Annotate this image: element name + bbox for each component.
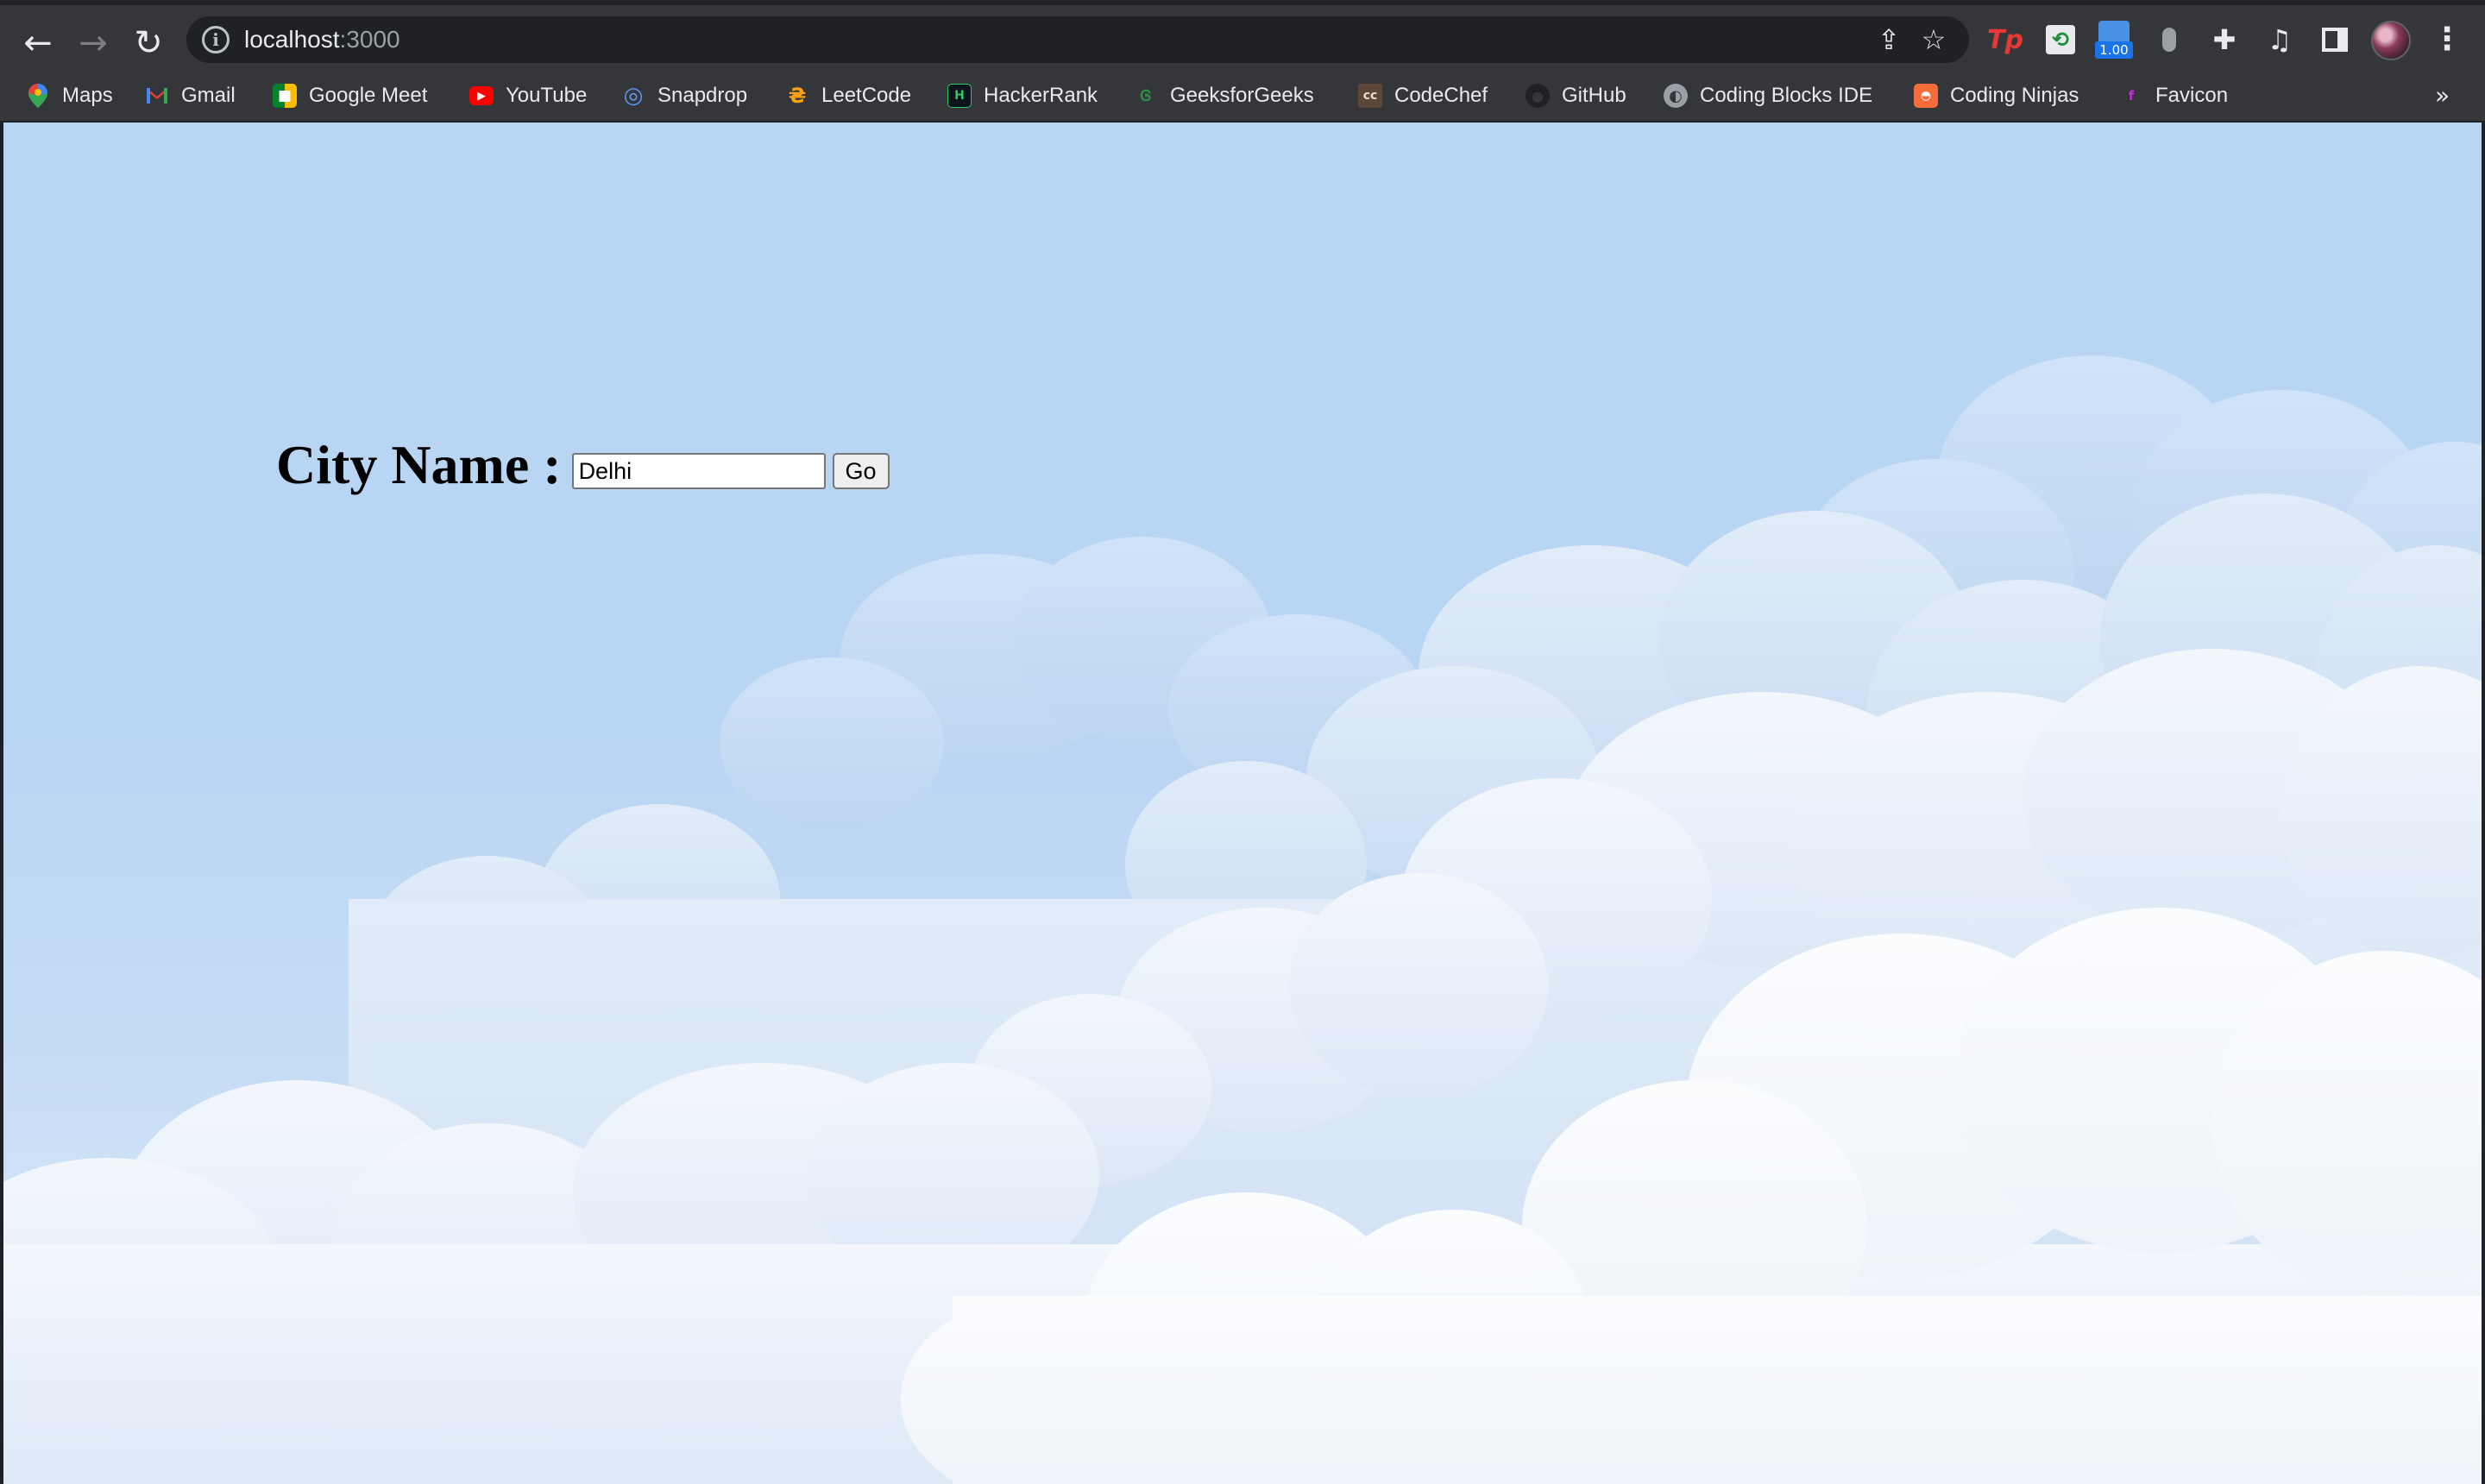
bookmark-label: HackerRank xyxy=(984,84,1098,107)
mouse-extension-icon[interactable] xyxy=(2150,21,2188,59)
hackerrank-icon: H xyxy=(947,84,972,108)
bookmark-github[interactable]: ● GitHub xyxy=(1526,78,1626,114)
favicon-icon: f xyxy=(2128,88,2135,104)
forward-arrow-icon[interactable]: → xyxy=(67,17,119,69)
more-menu-icon[interactable]: ⋮ xyxy=(2432,19,2463,60)
bookmark-label: GeeksforGeeks xyxy=(1170,84,1314,107)
gmail-icon xyxy=(145,84,169,108)
badge-extension-icon[interactable]: 1.00 xyxy=(2095,21,2133,59)
bookmarks-bar: Maps Gmail ■ Google Meet ▶ YouTube ◎ Sna… xyxy=(0,69,2485,123)
bookmark-youtube[interactable]: ▶ YouTube xyxy=(469,78,587,114)
geeksforgeeks-icon: Ꮆ xyxy=(1140,86,1152,105)
bookmark-label: Favicon xyxy=(2155,84,2229,107)
bookmark-label: Coding Ninjas xyxy=(1950,84,2079,107)
city-form: City Name : Go xyxy=(276,433,890,497)
bookmark-label: YouTube xyxy=(506,84,588,107)
page-viewport: City Name : Go xyxy=(3,123,2482,1484)
address-bar[interactable]: i localhost:3000 ⇪ ☆ xyxy=(186,16,1969,63)
reload-icon[interactable]: ↻ xyxy=(123,17,174,69)
coding-blocks-icon: ◐ xyxy=(1664,84,1688,108)
snapdrop-icon: ◎ xyxy=(623,83,644,109)
bookmark-hackerrank[interactable]: H HackerRank xyxy=(947,78,1098,114)
site-info-icon[interactable]: i xyxy=(202,26,230,53)
youtube-icon: ▶ xyxy=(469,86,494,105)
address-url[interactable]: localhost:3000 xyxy=(244,26,400,53)
bookmark-label: Maps xyxy=(62,84,113,107)
codechef-icon: cc xyxy=(1358,84,1382,108)
bookmark-geeksforgeeks[interactable]: Ꮆ GeeksforGeeks xyxy=(1134,78,1314,114)
bookmark-maps[interactable]: Maps xyxy=(26,78,113,114)
bookmark-coding-blocks-ide[interactable]: ◐ Coding Blocks IDE xyxy=(1664,78,1872,114)
bookmark-label: Snapdrop xyxy=(657,84,748,107)
city-name-input[interactable] xyxy=(571,453,826,489)
maps-icon xyxy=(26,84,50,108)
bookmark-label: CodeChef xyxy=(1394,84,1488,107)
leetcode-icon: ₴ xyxy=(788,84,807,108)
bookmark-star-icon[interactable]: ☆ xyxy=(1919,25,1948,54)
bookmark-label: Google Meet xyxy=(309,84,428,107)
url-host: localhost xyxy=(244,26,340,53)
share-icon[interactable]: ⇪ xyxy=(1874,25,1903,54)
go-button[interactable]: Go xyxy=(832,453,890,489)
bookmark-gmail[interactable]: Gmail xyxy=(145,78,236,114)
bookmark-snapdrop[interactable]: ◎ Snapdrop xyxy=(621,78,747,114)
tp-extension-icon[interactable]: Tp xyxy=(1986,21,2024,59)
bookmark-codechef[interactable]: cc CodeChef xyxy=(1358,78,1488,114)
back-arrow-icon[interactable]: ← xyxy=(12,17,64,69)
bookmark-coding-ninjas[interactable]: ◓ Coding Ninjas xyxy=(1914,78,2079,114)
coding-ninjas-icon: ◓ xyxy=(1914,84,1938,108)
bookmark-google-meet[interactable]: ■ Google Meet xyxy=(273,78,427,114)
side-panel-icon[interactable] xyxy=(2316,21,2354,59)
url-port: :3000 xyxy=(339,26,400,53)
google-meet-icon: ■ xyxy=(273,84,297,108)
city-name-label: City Name : xyxy=(276,434,562,495)
github-icon: ● xyxy=(1526,84,1550,108)
green-extension-icon[interactable]: ⟲ xyxy=(2041,21,2079,59)
bookmark-label: Gmail xyxy=(181,84,236,107)
clouds-background xyxy=(3,355,2482,1484)
bookmark-label: Coding Blocks IDE xyxy=(1700,84,1873,107)
extension-badge: 1.00 xyxy=(2095,41,2133,59)
bookmark-favicon[interactable]: f Favicon xyxy=(2119,78,2228,114)
profile-avatar[interactable] xyxy=(2371,21,2411,60)
browser-toolbar: ← → ↻ i localhost:3000 ⇪ ☆ Tp ⟲ 1.00 ✚ ♫… xyxy=(0,0,2485,69)
bookmark-label: LeetCode xyxy=(821,84,912,107)
puzzle-extensions-icon[interactable]: ✚ xyxy=(2205,21,2243,59)
bookmark-label: GitHub xyxy=(1562,84,1626,107)
more-bookmarks-icon[interactable]: » xyxy=(2435,81,2450,110)
media-control-icon[interactable]: ♫ xyxy=(2261,21,2299,59)
bookmark-leetcode[interactable]: ₴ LeetCode xyxy=(785,78,911,114)
